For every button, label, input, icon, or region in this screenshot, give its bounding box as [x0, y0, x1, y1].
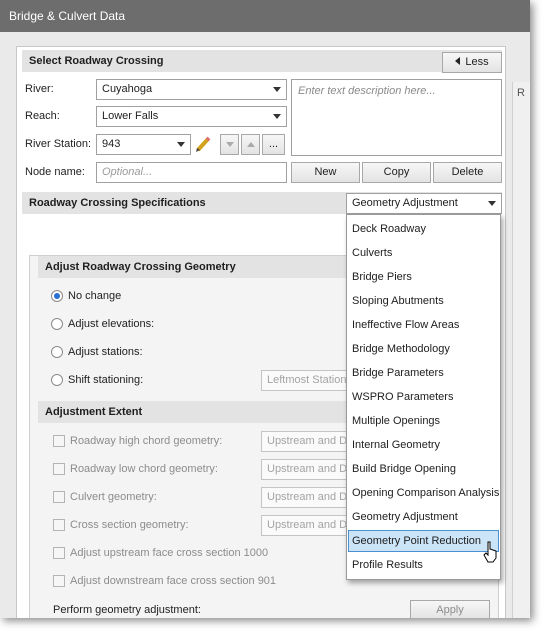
adjust-downstream-face-label: Adjust downstream face cross section 901 — [70, 575, 277, 587]
dropdown-item-opening-comparison-analysis[interactable]: Opening Comparison Analysis — [348, 482, 499, 504]
dropdown-item-ineffective-flow-areas[interactable]: Ineffective Flow Areas — [348, 314, 499, 336]
adjust-geometry-title: Adjust Roadway Crossing Geometry — [45, 261, 236, 273]
triangle-down-icon — [225, 142, 234, 147]
river-value: Cuyahoga — [102, 83, 153, 95]
station-label: River Station: — [25, 138, 92, 150]
checkbox-adjust-downstream-face[interactable] — [53, 575, 65, 587]
dropdown-item-multiple-openings[interactable]: Multiple Openings — [348, 410, 499, 432]
station-select[interactable]: 943 — [96, 134, 191, 155]
culvert-geometry-label: Culvert geometry: — [70, 491, 157, 503]
dropdown-item-culverts[interactable]: Culverts — [348, 242, 499, 264]
perform-adjustment-label: Perform geometry adjustment: — [53, 604, 201, 616]
cross-section-geometry-extent-select[interactable]: Upstream and Do — [261, 515, 351, 536]
apply-button[interactable]: Apply — [410, 600, 490, 618]
specs-selected-value: Geometry Adjustment — [352, 197, 458, 209]
reach-select[interactable]: Lower Falls — [96, 106, 287, 127]
dropdown-item-deck-roadway[interactable]: Deck Roadway — [348, 218, 499, 240]
node-name-input[interactable]: Optional... — [96, 162, 287, 183]
less-label: Less — [465, 56, 489, 68]
adjustment-extent-title: Adjustment Extent — [45, 406, 143, 418]
roadway-low-chord-label: Roadway low chord geometry: — [70, 463, 218, 475]
roadway-low-chord-extent-select[interactable]: Upstream and Do — [261, 459, 351, 480]
cross-section-geometry-label: Cross section geometry: — [70, 519, 189, 531]
description-textarea[interactable]: Enter text description here... — [291, 79, 502, 156]
dropdown-item-build-bridge-opening[interactable]: Build Bridge Opening — [348, 458, 499, 480]
dropdown-item-geometry-adjustment[interactable]: Geometry Adjustment — [348, 506, 499, 528]
culvert-geometry-extent-select[interactable]: Upstream and Do — [261, 487, 351, 508]
dropdown-item-bridge-methodology[interactable]: Bridge Methodology — [348, 338, 499, 360]
dropdown-item-profile-results[interactable]: Profile Results — [348, 554, 499, 576]
less-button[interactable]: Less — [442, 52, 502, 73]
side-panel-letter: R — [517, 87, 525, 99]
side-panel-strip: R — [512, 82, 530, 618]
specs-section-title: Roadway Crossing Specifications — [29, 197, 206, 209]
specs-select[interactable]: Geometry Adjustment — [346, 193, 502, 214]
radio-adjust-stations-label: Adjust stations: — [68, 346, 143, 358]
triangle-up-icon — [246, 142, 255, 147]
radio-adjust-elevations-label: Adjust elevations: — [68, 318, 155, 330]
new-button[interactable]: New — [291, 162, 360, 183]
bridge-culvert-window: Bridge & Culvert Data Select Roadway Cro… — [0, 0, 530, 618]
specs-dropdown-list: Deck Roadway Culverts Bridge Piers Slopi… — [346, 214, 501, 580]
dropdown-item-wspro-parameters[interactable]: WSPRO Parameters — [348, 386, 499, 408]
dropdown-item-bridge-parameters[interactable]: Bridge Parameters — [348, 362, 499, 384]
shift-stationing-select[interactable]: Leftmost Station — [261, 370, 351, 391]
dropdown-item-bridge-piers[interactable]: Bridge Piers — [348, 266, 499, 288]
delete-button[interactable]: Delete — [433, 162, 502, 183]
adjust-upstream-face-label: Adjust upstream face cross section 1000 — [70, 547, 269, 559]
radio-shift-stationing-label: Shift stationing: — [68, 374, 144, 386]
station-down-button[interactable] — [220, 134, 239, 155]
chevron-down-icon — [273, 87, 281, 92]
checkbox-adjust-upstream-face[interactable] — [53, 547, 65, 559]
chevron-down-icon — [488, 201, 496, 206]
dropdown-item-sloping-abutments[interactable]: Sloping Abutments — [348, 290, 499, 312]
station-up-button[interactable] — [241, 134, 260, 155]
checkbox-roadway-low-chord[interactable] — [53, 463, 65, 475]
reach-value: Lower Falls — [102, 110, 159, 122]
radio-adjust-stations[interactable] — [51, 346, 63, 358]
dropdown-item-geometry-point-reduction[interactable]: Geometry Point Reduction — [348, 530, 499, 552]
dropdown-item-internal-geometry[interactable]: Internal Geometry — [348, 434, 499, 456]
station-more-button[interactable]: ... — [262, 134, 285, 155]
reach-label: Reach: — [25, 110, 60, 122]
mouse-cursor-icon — [483, 541, 499, 563]
select-section-header: Select Roadway Crossing — [22, 50, 502, 72]
checkbox-roadway-high-chord[interactable] — [53, 435, 65, 447]
node-name-label: Node name: — [25, 166, 85, 178]
roadway-high-chord-extent-select[interactable]: Upstream and Do — [261, 431, 351, 452]
radio-no-change-label: No change — [68, 290, 122, 302]
copy-button[interactable]: Copy — [362, 162, 431, 183]
window-title: Bridge & Culvert Data — [0, 0, 530, 32]
river-label: River: — [25, 83, 54, 95]
pencil-edit-icon[interactable] — [193, 134, 213, 155]
roadway-high-chord-label: Roadway high chord geometry: — [70, 435, 223, 447]
select-section-title: Select Roadway Crossing — [29, 55, 164, 67]
chevron-down-icon — [273, 114, 281, 119]
checkbox-cross-section-geometry[interactable] — [53, 519, 65, 531]
chevron-down-icon — [177, 142, 185, 147]
arrow-left-icon — [455, 57, 461, 65]
radio-no-change[interactable] — [51, 290, 63, 302]
river-select[interactable]: Cuyahoga — [96, 79, 287, 100]
radio-adjust-elevations[interactable] — [51, 318, 63, 330]
station-value: 943 — [102, 138, 121, 150]
radio-shift-stationing[interactable] — [51, 374, 63, 386]
checkbox-culvert-geometry[interactable] — [53, 491, 65, 503]
